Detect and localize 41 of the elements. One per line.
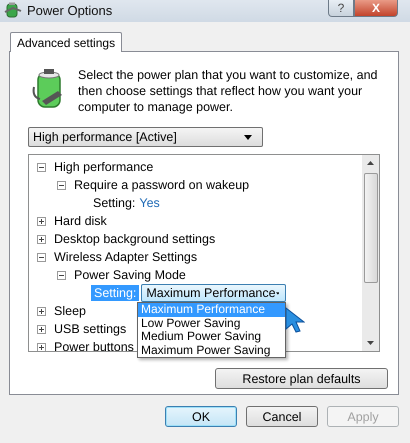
- help-button[interactable]: ?: [328, 0, 354, 17]
- dropdown-option[interactable]: Medium Power Saving: [138, 330, 285, 344]
- dialog-button[interactable]: OK: [165, 406, 237, 427]
- expand-icon[interactable]: [37, 306, 46, 316]
- tree-item[interactable]: Power Saving Mode: [74, 268, 186, 282]
- dropdown-option[interactable]: Maximum Power Saving: [138, 344, 285, 357]
- tree-item[interactable]: High performance: [54, 160, 154, 174]
- tree-item[interactable]: USB settings: [54, 322, 126, 336]
- expand-icon[interactable]: [37, 234, 46, 244]
- tree-item[interactable]: Hard disk: [54, 214, 107, 228]
- setting-dropdown[interactable]: Maximum Performance: [141, 284, 286, 302]
- restore-defaults-button[interactable]: Restore plan defaults: [215, 368, 388, 389]
- scroll-thumb[interactable]: [364, 173, 378, 283]
- tree-item[interactable]: Sleep: [54, 304, 86, 318]
- expand-icon[interactable]: [37, 342, 46, 351]
- description-text: Select the power plan that you want to customize, and then choose settings that reflect how you want your computer to manage power.: [78, 67, 378, 115]
- collapse-icon[interactable]: [37, 252, 46, 262]
- tree-item[interactable]: Wireless Adapter Settings: [54, 250, 198, 264]
- scrollbar[interactable]: [362, 155, 379, 351]
- setting-label: Setting:: [93, 196, 136, 210]
- tree-item[interactable]: Require a password on wakeup: [74, 178, 250, 192]
- battery-icon: [4, 2, 22, 18]
- collapse-icon[interactable]: [57, 270, 66, 280]
- expand-icon[interactable]: [37, 216, 46, 226]
- tab[interactable]: Advanced settings: [10, 32, 122, 52]
- dropdown-option[interactable]: Low Power Saving: [138, 316, 285, 330]
- dialog-button[interactable]: Cancel: [246, 406, 318, 427]
- cursor-icon: [285, 307, 305, 333]
- expand-icon[interactable]: [37, 324, 46, 334]
- scroll-up-icon[interactable]: [367, 161, 374, 165]
- caret-icon: [244, 134, 252, 140]
- setting-label: Setting:: [91, 285, 140, 301]
- scroll-down-icon[interactable]: [367, 341, 374, 345]
- collapse-icon[interactable]: [37, 162, 46, 172]
- tree-item[interactable]: Power buttons: [54, 340, 134, 351]
- window-title: Power Options: [27, 3, 112, 18]
- setting-value[interactable]: Yes: [139, 196, 160, 210]
- plan-dropdown[interactable]: High performance [Active]: [28, 127, 263, 147]
- collapse-icon[interactable]: [57, 180, 66, 190]
- tree-item[interactable]: Desktop background settings: [54, 232, 216, 246]
- caret-icon: [276, 290, 280, 296]
